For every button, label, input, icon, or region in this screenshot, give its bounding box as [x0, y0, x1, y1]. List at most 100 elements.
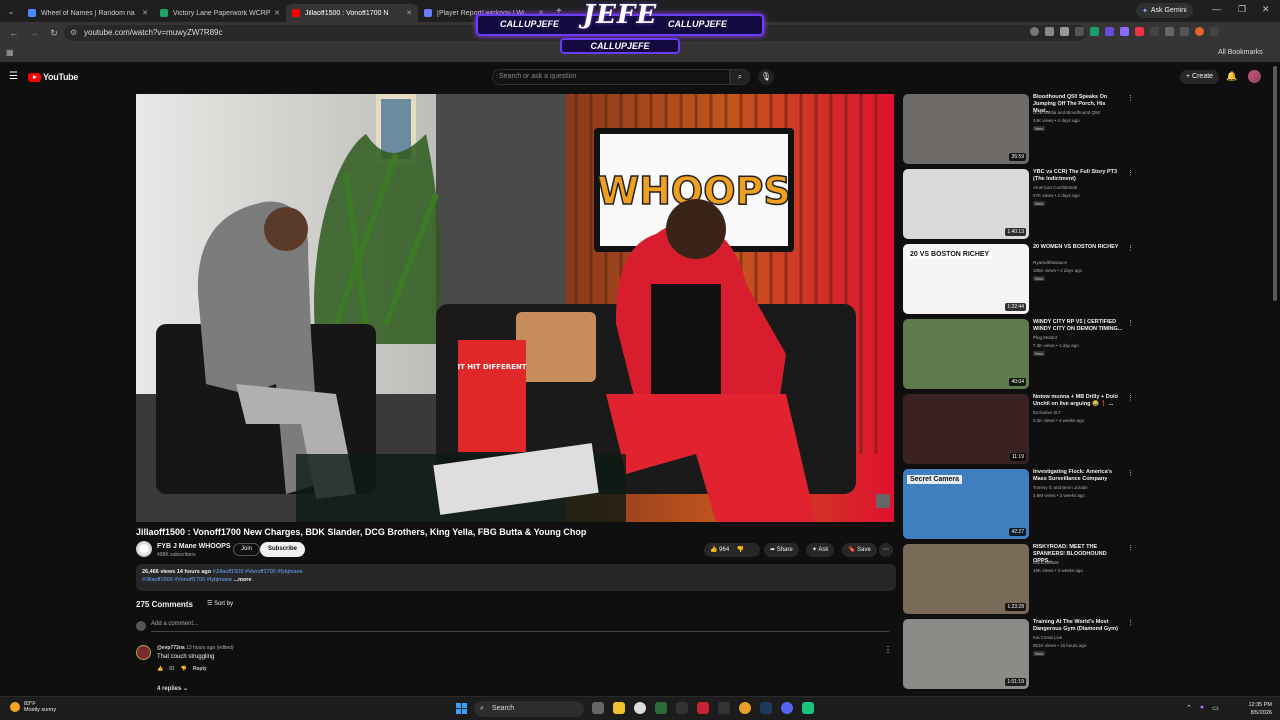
zoom-icon[interactable] — [1030, 27, 1039, 36]
minimize-icon[interactable]: — — [1212, 4, 1221, 14]
site-info-icon[interactable]: ⚙ — [70, 25, 77, 41]
ask-gemini-button[interactable]: ✦ Ask Gemini — [1136, 3, 1193, 18]
video-thumbnail[interactable]: 1:23:28 — [903, 544, 1029, 614]
recommended-video[interactable]: 11:19 Notow munna + MB Drilly + Dolo Unch… — [903, 394, 1134, 464]
chrome-icon[interactable] — [739, 702, 751, 714]
comment-avatar[interactable] — [136, 645, 151, 660]
menu-icon[interactable] — [1180, 27, 1189, 36]
search-input[interactable]: Search or ask a question — [492, 69, 730, 85]
page-scrollbar[interactable] — [1273, 66, 1277, 301]
hamburger-menu-icon[interactable]: ☰ — [9, 71, 18, 82]
hashtags[interactable]: #Jillaoff1500 #Vonoff1700 #fybjmane — [142, 577, 232, 583]
video-thumbnail[interactable]: 11:19 — [903, 394, 1029, 464]
recommended-video[interactable]: 40:04 WINDY CITY RP V5 | CERTIFIED WINDY … — [903, 319, 1134, 389]
close-window-icon[interactable]: ✕ — [1262, 4, 1270, 15]
video-thumbnail[interactable]: 1:40:13 — [903, 169, 1029, 239]
show-more-link[interactable]: ...more — [234, 577, 252, 583]
more-icon[interactable] — [1210, 27, 1219, 36]
add-comment-input[interactable]: Add a comment... — [151, 621, 889, 632]
recommended-channel[interactable]: Plug Mutant — [1033, 335, 1057, 340]
video-description[interactable]: 26,466 views 14 hours ago #Jillaoff1500 … — [136, 564, 896, 591]
tab-wheel-of-names[interactable]: Wheel of Names | Random na ✕ — [22, 4, 154, 22]
thumbs-up-icon[interactable]: 👍 — [157, 666, 163, 672]
task-view-icon[interactable] — [592, 702, 604, 714]
extension-icon[interactable] — [1105, 27, 1114, 36]
app-icon[interactable] — [655, 702, 667, 714]
more-options-icon[interactable]: ⋮ — [1127, 244, 1134, 252]
app-icon[interactable] — [697, 702, 709, 714]
steam-icon[interactable] — [760, 702, 772, 714]
comment-more-icon[interactable]: ⋮ — [884, 645, 892, 654]
maximize-icon[interactable]: ❐ — [1238, 4, 1246, 15]
recommended-channel[interactable]: Tommy G and Benn Jordan — [1033, 485, 1088, 490]
thumbs-down-icon[interactable]: 👎 — [737, 547, 744, 553]
recommended-video-title[interactable]: Notow munna + MB Drilly + Dolo Unchil on… — [1033, 394, 1123, 408]
recommended-channel[interactable]: Exclusive SLT — [1033, 410, 1061, 415]
recommended-video[interactable]: 20 VS BOSTON RICHEY 1:22:44 20 WOMEN VS BO… — [903, 244, 1134, 314]
recommended-video-title[interactable]: 20 WOMEN VS BOSTON RICHEY — [1033, 244, 1123, 251]
tab-search-icon[interactable]: ⌄ — [0, 0, 22, 22]
more-options-icon[interactable]: ⋮ — [1127, 319, 1134, 327]
app-tray-icon[interactable]: ● — [1200, 704, 1204, 712]
share-button[interactable]: ➦ Share — [764, 543, 799, 557]
more-options-icon[interactable]: ⋮ — [1127, 394, 1134, 402]
recommended-channel[interactable]: Ryanwithlasauce — [1033, 260, 1067, 265]
more-options-icon[interactable]: ⋮ — [1127, 544, 1134, 552]
recommended-channel[interactable]: Swordsblade — [1033, 560, 1059, 565]
create-button[interactable]: + Create — [1180, 70, 1220, 84]
file-explorer-icon[interactable] — [613, 702, 625, 714]
like-dislike-button[interactable]: 👍 964 👎 — [704, 543, 760, 557]
sort-comments-button[interactable]: ☰ Sort by — [207, 600, 233, 607]
search-icon[interactable]: ⌕ — [730, 69, 750, 85]
close-icon[interactable]: ✕ — [142, 9, 148, 17]
more-options-icon[interactable]: ⋮ — [1127, 619, 1134, 627]
hashtags[interactable]: #Jillaoff1500 #Vonoff1700 #fybjmane — [211, 569, 303, 575]
notifications-bell-icon[interactable]: 🔔 — [1226, 71, 1237, 82]
xbox-icon[interactable] — [634, 702, 646, 714]
microphone-icon[interactable]: 🎙 — [758, 69, 774, 85]
recommended-video[interactable]: Secret Camera 42:27 Investigating Flock: A… — [903, 469, 1134, 539]
profile-icon[interactable] — [1195, 27, 1204, 36]
channel-name[interactable]: FYB J Mane WHOOPS — [157, 543, 231, 550]
video-thumbnail[interactable]: Secret Camera 42:27 — [903, 469, 1029, 539]
puzzle-icon[interactable] — [1165, 27, 1174, 36]
recommended-video-title[interactable]: Investigating Flock: America's Mass Surv… — [1033, 469, 1123, 483]
app-icon[interactable] — [718, 702, 730, 714]
network-icon[interactable]: ▭ — [1212, 704, 1219, 712]
extension-icon[interactable] — [1090, 27, 1099, 36]
back-arrow-icon[interactable]: ← — [8, 28, 20, 38]
all-bookmarks[interactable]: All Bookmarks — [1218, 49, 1263, 56]
weather-widget[interactable]: 83°F Mostly sunny — [10, 701, 56, 713]
extension-icon[interactable] — [1150, 27, 1159, 36]
tab-youtube-video[interactable]: Jillaoff1500 : Vonoff1700 N ✕ — [286, 4, 418, 22]
discord-icon[interactable] — [781, 702, 793, 714]
tab-victory-lane[interactable]: Victory Lane Paperwork WCRP ✕ — [154, 4, 286, 22]
video-thumbnail[interactable]: 40:04 — [903, 319, 1029, 389]
ask-button[interactable]: ✦ Ask — [806, 543, 835, 557]
recommended-video[interactable]: 1:23:28 RISKYROAD: MEET THE SPANKERS! BLO… — [903, 544, 1134, 614]
app-icon[interactable] — [676, 702, 688, 714]
star-icon[interactable] — [1060, 27, 1069, 36]
join-button[interactable]: Join — [233, 543, 261, 556]
close-icon[interactable]: ✕ — [274, 9, 280, 17]
reload-icon[interactable]: ↻ — [48, 28, 60, 39]
video-player[interactable]: WHOOPS IT HIT DIFFERENT — [136, 94, 894, 522]
cast-icon[interactable] — [1045, 27, 1054, 36]
extension-icon[interactable] — [1075, 27, 1084, 36]
video-thumbnail[interactable]: 1:01:19 — [903, 619, 1029, 689]
more-options-icon[interactable]: ⋮ — [1127, 169, 1134, 177]
close-icon[interactable]: ✕ — [406, 9, 412, 17]
apps-grid-icon[interactable]: ▦ — [6, 48, 14, 57]
youtube-logo[interactable]: YouTube — [28, 72, 78, 82]
recommended-channel[interactable]: DOB Media and Bloodhound Q50 — [1033, 110, 1100, 115]
thumbs-up-icon[interactable]: 👍 — [710, 547, 717, 553]
view-replies-button[interactable]: 4 replies ⌄ — [157, 685, 188, 692]
avatar[interactable] — [1248, 70, 1261, 83]
thumbs-down-icon[interactable]: 👎 — [181, 666, 187, 672]
reply-button[interactable]: Reply — [193, 666, 207, 672]
app-icon[interactable] — [802, 702, 814, 714]
video-thumbnail[interactable]: 20 VS BOSTON RICHEY 1:22:44 — [903, 244, 1029, 314]
chevron-up-icon[interactable]: ⌃ — [1186, 704, 1192, 712]
extension-icon[interactable] — [1120, 27, 1129, 36]
recommended-video-title[interactable]: Training At The World's Most Dangerous G… — [1033, 619, 1123, 633]
